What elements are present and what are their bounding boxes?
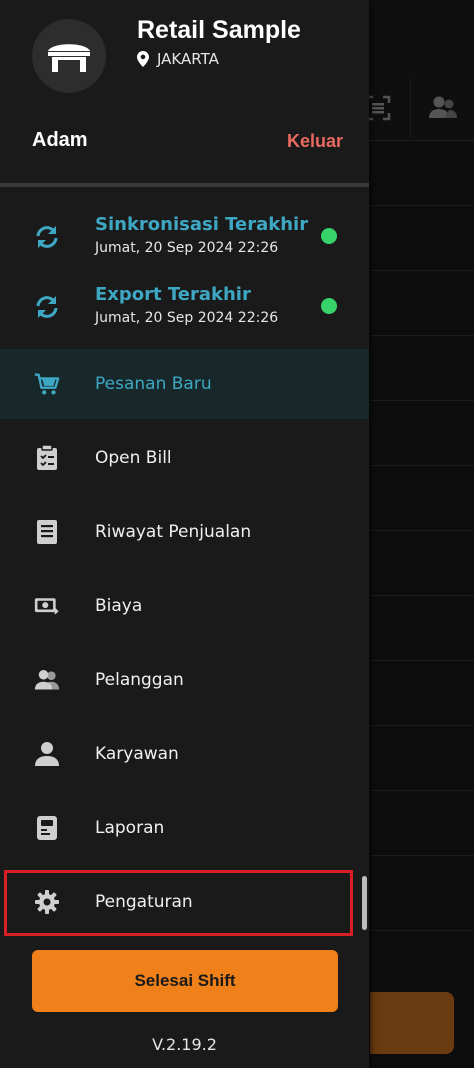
store-location-text: JAKARTA — [157, 50, 219, 68]
background-divider — [370, 400, 474, 401]
background-divider — [370, 205, 474, 206]
user-name: Adam — [32, 129, 88, 151]
menu-item-riwayat-penjualan[interactable]: Riwayat Penjualan — [0, 497, 369, 567]
background-divider — [370, 595, 474, 596]
employee-icon — [34, 741, 60, 767]
sync-status-dot — [321, 228, 337, 244]
background-pay-button[interactable] — [370, 992, 454, 1054]
menu-item-open-bill[interactable]: Open Bill — [0, 423, 369, 493]
report-icon — [34, 815, 60, 841]
export-title: Export Terakhir — [95, 284, 251, 305]
menu-item-karyawan[interactable]: Karyawan — [0, 719, 369, 789]
logout-button[interactable]: Keluar — [287, 131, 343, 152]
menu-item-pesanan-baru[interactable]: Pesanan Baru — [0, 349, 369, 419]
people-icon — [429, 96, 457, 118]
menu-item-label: Pelanggan — [95, 670, 184, 690]
background-divider — [370, 930, 474, 931]
background-divider — [370, 725, 474, 726]
customers-icon — [34, 667, 60, 693]
menu-item-label: Pesanan Baru — [95, 374, 212, 394]
app-version: V.2.19.2 — [152, 1035, 217, 1054]
background-divider — [370, 660, 474, 661]
end-shift-button[interactable]: Selesai Shift — [32, 950, 338, 1012]
location-pin-icon — [137, 51, 149, 67]
export-time: Jumat, 20 Sep 2024 22:26 — [95, 310, 279, 326]
background-divider — [370, 855, 474, 856]
drawer-scrollbar[interactable] — [362, 876, 367, 930]
clipboard-icon — [34, 445, 60, 471]
background-divider — [370, 465, 474, 466]
sync-title: Sinkronisasi Terakhir — [95, 214, 309, 235]
navigation-drawer: Retail Sample JAKARTA Adam Keluar Sinkro… — [0, 0, 369, 1068]
menu-item-label: Riwayat Penjualan — [95, 522, 252, 542]
store-name: Retail Sample — [137, 16, 301, 44]
background-divider — [370, 270, 474, 271]
menu-item-label: Open Bill — [95, 448, 172, 468]
cart-icon — [34, 371, 60, 397]
menu-item-label: Karyawan — [95, 744, 179, 764]
document-icon — [34, 519, 60, 545]
header-divider — [0, 183, 369, 187]
menu-item-label: Laporan — [95, 818, 165, 838]
background-divider — [370, 335, 474, 336]
last-sync-row[interactable]: Sinkronisasi Terakhir Jumat, 20 Sep 2024… — [0, 214, 369, 274]
customer-button[interactable] — [410, 78, 474, 138]
last-export-row[interactable]: Export Terakhir Jumat, 20 Sep 2024 22:26 — [0, 284, 369, 344]
menu-item-pelanggan[interactable]: Pelanggan — [0, 645, 369, 715]
highlight-annotation — [4, 870, 353, 936]
store-location: JAKARTA — [137, 50, 219, 68]
sync-icon — [36, 296, 58, 318]
background-divider — [370, 790, 474, 791]
menu-item-biaya[interactable]: Biaya — [0, 571, 369, 641]
export-status-dot — [321, 298, 337, 314]
sync-time: Jumat, 20 Sep 2024 22:26 — [95, 240, 279, 256]
menu-item-label: Biaya — [95, 596, 143, 616]
menu-item-laporan[interactable]: Laporan — [0, 793, 369, 863]
background-divider — [370, 530, 474, 531]
sync-icon — [36, 226, 58, 248]
money-icon — [34, 593, 60, 619]
store-icon — [48, 44, 90, 72]
store-logo — [32, 19, 106, 93]
